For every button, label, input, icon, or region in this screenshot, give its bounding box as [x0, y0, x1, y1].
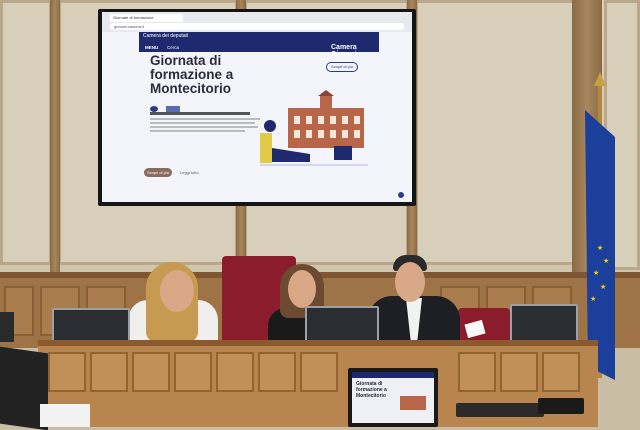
front-monitor-screen: Giornata di formazione a Montecitorio	[352, 372, 434, 423]
desk-panel	[458, 352, 496, 392]
site-header: Camera dei deputati MENU Cerca Camera Gi…	[139, 32, 379, 58]
control-panel	[456, 403, 544, 417]
wall-panel	[0, 0, 52, 265]
desk-panel	[500, 352, 538, 392]
person-right-face	[395, 262, 425, 302]
star-icon: ★	[593, 270, 600, 277]
accessibility-icon[interactable]	[398, 192, 404, 198]
av-device	[538, 398, 584, 414]
star-icon: ★	[600, 284, 607, 291]
star-icon: ★	[590, 296, 597, 303]
brand-logo[interactable]: Camera Giovani	[331, 44, 379, 58]
person-edge	[0, 312, 14, 342]
desk-panel	[542, 352, 580, 392]
hero-subtitle-line	[150, 112, 250, 115]
monitor-illustration	[400, 396, 426, 410]
person-center-face	[288, 270, 316, 308]
person-left-face	[160, 270, 194, 312]
monitor-title: Giornata di formazione a Montecitorio	[356, 381, 387, 399]
hero-text-line	[150, 126, 258, 128]
wall-panel	[415, 0, 575, 265]
star-icon: ★	[597, 245, 604, 252]
search-button[interactable]: Cerca	[167, 45, 179, 50]
menu-button[interactable]: MENU	[145, 45, 158, 50]
desk-panel	[216, 352, 254, 392]
hero-text-line	[150, 122, 255, 124]
browser-toolbar: Giornate di formazione giovani.camera.it	[102, 12, 412, 32]
site-logo[interactable]: Camera dei deputati	[143, 34, 188, 39]
desk-panel	[48, 352, 86, 392]
hero-illustration	[260, 90, 368, 166]
discover-pill-button[interactable]: Scopri di più	[326, 62, 358, 72]
desk-panel	[132, 352, 170, 392]
address-bar[interactable]: giovani.camera.it	[110, 23, 404, 30]
hero-title: Giornata di formazione a Montecitorio	[150, 53, 234, 96]
discover-button[interactable]: Scopri di più	[144, 168, 172, 177]
hero-text-line	[150, 118, 260, 120]
desk-panel	[174, 352, 212, 392]
monitor-header	[352, 372, 434, 378]
partner-logos	[150, 99, 210, 112]
desk-panel	[300, 352, 338, 392]
paper-stack	[40, 404, 90, 427]
read-more-link[interactable]: Leggi tutto	[180, 170, 199, 175]
desk-panel	[258, 352, 296, 392]
pilaster	[50, 0, 60, 275]
display-screen: Giornate di formazione giovani.camera.it…	[102, 12, 412, 202]
desk-panel	[90, 352, 128, 392]
laptop-right	[510, 304, 578, 342]
hero-text-line	[150, 130, 245, 132]
star-icon: ★	[603, 258, 610, 265]
browser-tab[interactable]: Giornate di formazione	[110, 14, 183, 22]
